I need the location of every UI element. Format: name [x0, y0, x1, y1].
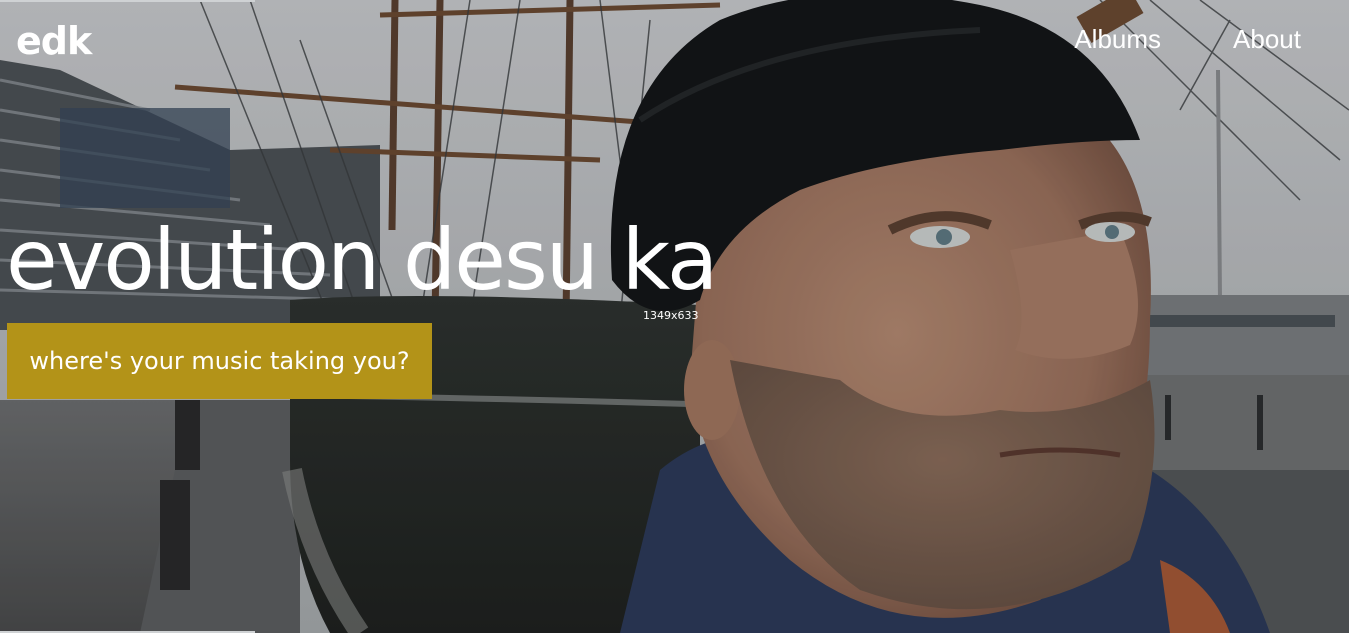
- nav-link-albums[interactable]: Albums: [1074, 26, 1161, 52]
- site-logo[interactable]: edk: [16, 22, 92, 60]
- hero-title: evolution desu ka: [6, 211, 718, 309]
- main-nav: Albums About: [1074, 26, 1301, 52]
- top-edge-line: [0, 0, 255, 2]
- hero-cta-button[interactable]: where's your music taking you?: [7, 323, 432, 399]
- nav-link-about[interactable]: About: [1233, 26, 1301, 52]
- image-dimension-label: 1349x633: [643, 309, 699, 322]
